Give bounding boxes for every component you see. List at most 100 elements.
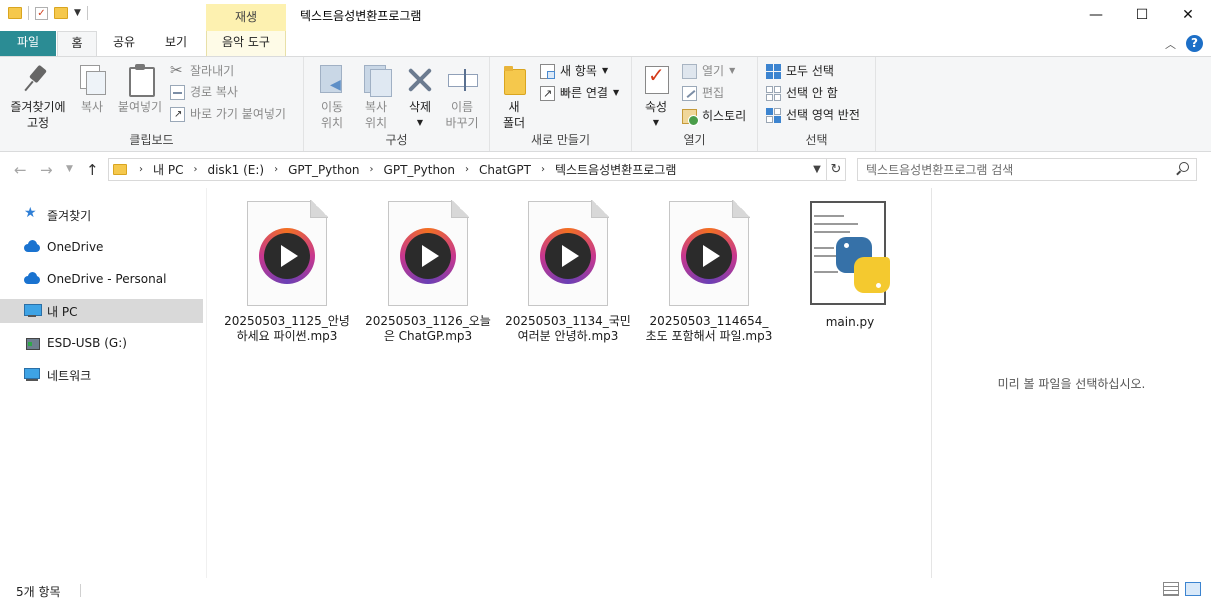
- group-label-select: 선택: [805, 133, 828, 147]
- select-all-button[interactable]: 모두 선택: [766, 61, 834, 81]
- delete-dropdown-icon[interactable]: ▼: [400, 115, 440, 131]
- open-button[interactable]: 열기 ▼: [682, 61, 735, 81]
- select-none-label: 선택 안 함: [786, 86, 838, 100]
- search-icon[interactable]: [1176, 162, 1189, 174]
- refresh-icon[interactable]: ↻: [827, 158, 846, 181]
- breadcrumb-item[interactable]: disk1 (E:): [203, 163, 268, 177]
- python-file-icon: [802, 201, 898, 309]
- chevron-right-icon[interactable]: ›: [364, 164, 380, 175]
- paste-label: 붙여넣기: [117, 100, 163, 114]
- copy-path-button[interactable]: 경로 복사: [170, 82, 238, 102]
- breadcrumb-item-current[interactable]: 텍스트음성변환프로그램: [551, 161, 680, 178]
- nav-item-label: 내 PC: [47, 304, 78, 319]
- cut-label: 잘라내기: [190, 64, 235, 78]
- status-bar: 5개 항목: [0, 578, 1211, 603]
- new-item-button[interactable]: 새 항목 ▼: [540, 61, 608, 81]
- breadcrumb-item[interactable]: GPT_Python: [380, 163, 459, 177]
- file-name: 20250503_114654_초도 포함해서 파일.mp3: [645, 314, 773, 343]
- window-title: 텍스트음성변환프로그램: [300, 9, 422, 23]
- nav-item-label: 네트워크: [47, 368, 92, 383]
- invert-selection-button[interactable]: 선택 영역 반전: [766, 105, 860, 125]
- edit-icon: [682, 85, 697, 101]
- open-dropdown-icon: ▼: [729, 66, 736, 75]
- history-button[interactable]: 히스토리: [682, 106, 746, 126]
- tab-file[interactable]: 파일: [0, 31, 56, 56]
- file-item-python[interactable]: main.py: [786, 201, 914, 330]
- preview-message: 미리 볼 파일을 선택하십시오.: [997, 377, 1146, 391]
- paste-button[interactable]: 붙여넣기: [114, 63, 166, 115]
- chevron-right-icon[interactable]: ›: [187, 164, 203, 175]
- cloud-icon: [24, 240, 40, 254]
- copy-path-icon: [170, 84, 185, 100]
- easy-access-icon: [540, 84, 555, 104]
- collapse-ribbon-icon[interactable]: ︿: [1165, 36, 1176, 52]
- usb-drive-icon: [24, 336, 40, 350]
- nav-item-label: OneDrive: [47, 240, 104, 254]
- new-item-dropdown-icon: ▼: [601, 66, 609, 75]
- address-bar[interactable]: › 내 PC › disk1 (E:) › GPT_Python › GPT_P…: [108, 158, 827, 181]
- file-item-mp3[interactable]: 20250503_1126_오늘은 ChatGP.mp3: [364, 200, 492, 344]
- pin-to-quick-access-button[interactable]: 즐겨찾기에 고정: [6, 63, 70, 131]
- properties-dropdown-icon[interactable]: ▼: [638, 115, 674, 131]
- group-clipboard: 즐겨찾기에 고정 복사 붙여넣기 잘라내기 경로 복사 바로 가기 붙여넣기 클…: [0, 57, 304, 151]
- properties-icon[interactable]: ✓: [35, 6, 48, 20]
- nav-item-this-pc[interactable]: 내 PC: [0, 299, 203, 323]
- new-folder-button[interactable]: 새 폴더: [496, 63, 532, 131]
- nav-item-esd-usb[interactable]: ESD-USB (G:): [0, 331, 203, 355]
- rename-button[interactable]: 이름 바꾸기: [440, 63, 484, 131]
- group-select: 모두 선택 선택 안 함 선택 영역 반전 선택: [758, 57, 876, 151]
- tab-share[interactable]: 공유: [104, 31, 144, 56]
- breadcrumb-item[interactable]: 내 PC: [149, 161, 187, 178]
- recent-locations-dropdown-icon[interactable]: ▼: [66, 164, 73, 174]
- tab-home[interactable]: 홈: [57, 31, 97, 57]
- edit-button[interactable]: 편집: [682, 83, 724, 103]
- large-icons-view-icon[interactable]: [1185, 582, 1201, 596]
- minimize-button[interactable]: —: [1073, 0, 1119, 30]
- help-icon[interactable]: ?: [1186, 35, 1203, 52]
- search-input[interactable]: [858, 159, 1158, 180]
- delete-button[interactable]: 삭제 ▼: [400, 63, 440, 131]
- nav-item-quick-access[interactable]: 즐겨찾기: [0, 203, 203, 227]
- paste-shortcut-button[interactable]: 바로 가기 붙여넣기: [170, 104, 286, 125]
- easy-access-button[interactable]: 빠른 연결 ▼: [540, 83, 619, 104]
- select-none-button[interactable]: 선택 안 함: [766, 83, 838, 103]
- copy-button[interactable]: 복사: [74, 63, 110, 115]
- new-folder-icon[interactable]: [54, 7, 68, 19]
- tab-music-tools[interactable]: 음악 도구: [206, 31, 286, 56]
- nav-item-network[interactable]: 네트워크: [0, 363, 203, 387]
- qat-divider: [86, 6, 88, 20]
- text-line: [814, 215, 844, 217]
- page-fold: [451, 200, 469, 218]
- details-view-icon[interactable]: [1163, 582, 1179, 596]
- audio-file-icon: [528, 200, 609, 306]
- play-icon: [681, 228, 737, 284]
- breadcrumb-item[interactable]: GPT_Python: [284, 163, 363, 177]
- chevron-right-icon[interactable]: ›: [459, 164, 475, 175]
- back-arrow-icon[interactable]: ←: [14, 161, 27, 179]
- nav-item-onedrive-personal[interactable]: OneDrive - Personal: [0, 267, 203, 291]
- cut-button[interactable]: 잘라내기: [170, 60, 235, 81]
- tab-view[interactable]: 보기: [154, 31, 198, 56]
- chevron-right-icon[interactable]: ›: [535, 164, 551, 175]
- customize-qat-dropdown-icon[interactable]: ▼: [74, 8, 81, 18]
- maximize-button[interactable]: ☐: [1119, 0, 1165, 30]
- file-item-mp3[interactable]: 20250503_1125_안녕하세요 파이썬.mp3: [223, 200, 351, 344]
- file-item-mp3[interactable]: 20250503_1134_국민 여러분 안녕하.mp3: [504, 200, 632, 344]
- breadcrumb-item[interactable]: ChatGPT: [475, 163, 535, 177]
- file-item-mp3[interactable]: 20250503_114654_초도 포함해서 파일.mp3: [645, 200, 773, 344]
- group-organize: 이동 위치 복사 위치 삭제 ▼ 이름 바꾸기 구성: [304, 57, 490, 151]
- move-to-button[interactable]: 이동 위치: [310, 63, 354, 131]
- folder-icon[interactable]: [8, 7, 22, 19]
- page-fold: [310, 200, 328, 218]
- properties-button[interactable]: 속성 ▼: [638, 63, 674, 131]
- play-icon: [259, 228, 315, 284]
- nav-item-onedrive[interactable]: OneDrive: [0, 235, 203, 259]
- chevron-right-icon[interactable]: ›: [268, 164, 284, 175]
- chevron-right-icon[interactable]: ›: [133, 164, 149, 175]
- search-box: [857, 158, 1197, 181]
- forward-arrow-icon[interactable]: →: [40, 161, 53, 179]
- copy-to-button[interactable]: 복사 위치: [354, 63, 398, 131]
- close-button[interactable]: ✕: [1165, 0, 1211, 30]
- up-arrow-icon[interactable]: ↑: [86, 161, 99, 179]
- address-dropdown-icon[interactable]: ▼: [808, 159, 826, 180]
